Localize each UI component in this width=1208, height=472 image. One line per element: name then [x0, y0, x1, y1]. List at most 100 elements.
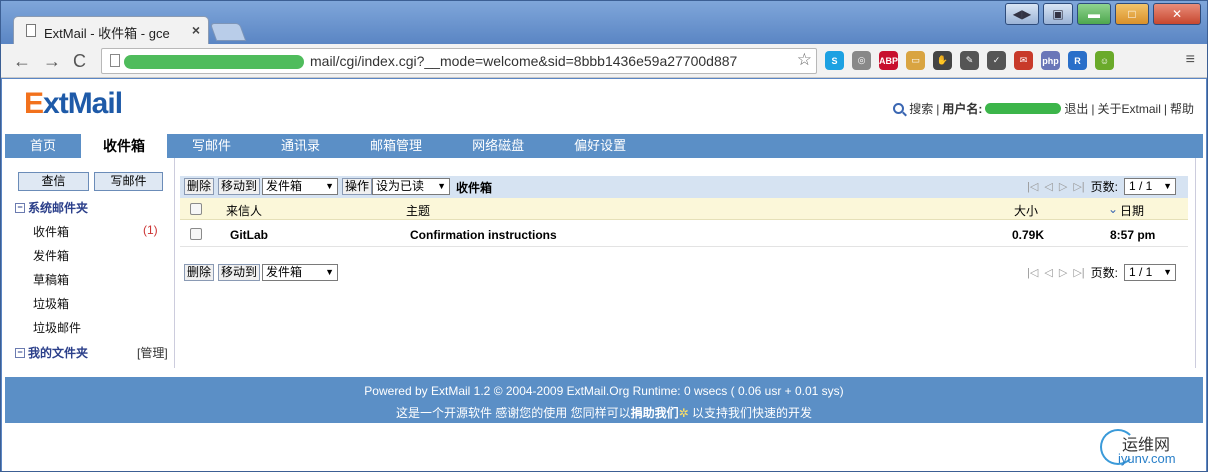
page-header: ExtMail 搜索 | 用户名: 退出 | 关于Extmail | 帮助	[2, 79, 1206, 129]
new-tab-button[interactable]	[209, 23, 247, 41]
window-controls: ◀▶ ▣ ▬ □ ✕	[1005, 3, 1201, 25]
pocket-icon[interactable]: ✓	[987, 51, 1006, 70]
notes-icon[interactable]: ▭	[906, 51, 925, 70]
tab-netdisk[interactable]: 网络磁盘	[447, 134, 549, 158]
minimize-icon[interactable]: ▬	[1077, 3, 1111, 25]
face-icon[interactable]: ☺	[1095, 51, 1114, 70]
my-folders-group[interactable]: − 我的文件夹	[15, 344, 88, 361]
first-page-icon[interactable]: |◁	[1027, 266, 1038, 279]
sidebar-item-trash[interactable]: 垃圾箱	[33, 295, 69, 312]
powered-by-text: Powered by ExtMail 1.2 © 2004-2009 ExtMa…	[364, 384, 844, 398]
sidebar-item-inbox[interactable]: 收件箱	[33, 223, 69, 240]
last-page-icon[interactable]: ▷|	[1073, 180, 1084, 193]
manage-folders-link[interactable]: [管理]	[137, 344, 168, 361]
prev-page-icon[interactable]: ◁	[1044, 180, 1052, 193]
address-bar[interactable]: mail/cgi/index.cgi?__mode=welcome&sid=8b…	[101, 48, 817, 74]
tab-title: ExtMail - 收件箱 - gce	[44, 26, 170, 41]
chevron-down-icon: ▼	[437, 181, 446, 191]
delete-button[interactable]: 删除	[184, 178, 215, 195]
bookmark-star-icon[interactable]: ☆	[797, 50, 812, 70]
reload-icon[interactable]: C	[73, 51, 86, 72]
tab-overview-icon[interactable]: ▣	[1043, 3, 1073, 25]
first-page-icon[interactable]: |◁	[1027, 180, 1038, 193]
header-links: 搜索 | 用户名: 退出 | 关于Extmail | 帮助	[893, 100, 1194, 117]
globe-icon[interactable]: ◎	[852, 51, 871, 70]
system-folders-group[interactable]: − 系统邮件夹	[15, 199, 88, 216]
extmail-page: ExtMail 搜索 | 用户名: 退出 | 关于Extmail | 帮助 首页…	[2, 79, 1206, 471]
table-row[interactable]: GitLab Confirmation instructions 0.79K 8…	[180, 221, 1188, 247]
browser-tab[interactable]: ExtMail - 收件箱 - gce ×	[13, 16, 209, 44]
last-page-icon[interactable]: ▷|	[1073, 266, 1084, 279]
tab-home[interactable]: 首页	[5, 134, 81, 158]
page-icon	[110, 54, 120, 67]
sidebar-item-junk[interactable]: 垃圾邮件	[33, 319, 81, 336]
donate-text: 这是一个开源软件 感谢您的使用 您同样可以捐助我们✲ 以支持我们快速的开发	[395, 406, 813, 420]
url-text[interactable]: mail/cgi/index.cgi?__mode=welcome&sid=8b…	[310, 53, 790, 69]
close-icon[interactable]: ×	[192, 22, 200, 38]
next-page-icon[interactable]: ▷	[1059, 180, 1067, 193]
pages-label: 页数:	[1090, 266, 1118, 280]
tab-preferences[interactable]: 偏好设置	[549, 134, 651, 158]
extmail-logo[interactable]: ExtMail	[24, 87, 123, 121]
code-icon[interactable]: R	[1068, 51, 1087, 70]
browser-window: ExtMail - 收件箱 - gce × ◀▶ ▣ ▬ □ ✕ ← → C m…	[0, 0, 1208, 472]
col-sender[interactable]: 来信人	[226, 202, 262, 219]
tab-strip: ExtMail - 收件箱 - gce × ◀▶ ▣ ▬ □ ✕	[1, 1, 1207, 44]
move-to-button[interactable]: 移动到	[218, 264, 261, 281]
unread-count: (1)	[143, 223, 158, 237]
close-window-icon[interactable]: ✕	[1153, 3, 1201, 25]
row-size: 0.79K	[1012, 228, 1045, 242]
mark-as-select[interactable]: 设为已读 ▼	[372, 178, 450, 195]
menu-icon[interactable]: ≡	[1186, 51, 1195, 69]
php-icon[interactable]: php	[1041, 51, 1060, 70]
donate-link[interactable]: 捐助我们	[631, 406, 679, 420]
col-date[interactable]: 日期	[1120, 202, 1144, 219]
tab-contacts[interactable]: 通讯录	[256, 134, 345, 158]
search-link[interactable]: 搜索	[909, 100, 933, 117]
col-size[interactable]: 大小	[1014, 202, 1038, 219]
page-icon	[26, 24, 36, 37]
collapse-icon[interactable]: −	[15, 347, 25, 358]
switch-window-icon[interactable]: ◀▶	[1005, 3, 1039, 25]
row-checkbox[interactable]	[190, 228, 202, 240]
page-select[interactable]: 1 / 1 ▼	[1124, 178, 1176, 195]
tab-mailbox-manage[interactable]: 邮箱管理	[345, 134, 447, 158]
prev-page-icon[interactable]: ◁	[1044, 266, 1052, 279]
sort-desc-icon[interactable]: ⌄	[1108, 202, 1118, 216]
chevron-down-icon: ▼	[325, 181, 334, 191]
search-icon[interactable]	[893, 103, 905, 114]
hand-icon[interactable]: ✋	[933, 51, 952, 70]
page-select[interactable]: 1 / 1 ▼	[1124, 264, 1176, 281]
col-subject[interactable]: 主题	[406, 202, 430, 219]
about-link[interactable]: 关于Extmail	[1098, 100, 1161, 117]
pin-icon[interactable]: ✎	[960, 51, 979, 70]
action-button[interactable]: 操作	[342, 178, 373, 195]
logout-link[interactable]: 退出	[1064, 100, 1088, 117]
check-mail-button[interactable]: 查信	[18, 172, 89, 191]
delete-button[interactable]: 删除	[184, 264, 215, 281]
move-target-select[interactable]: 发件箱 ▼	[262, 264, 338, 281]
tab-inbox[interactable]: 收件箱	[81, 134, 168, 158]
back-icon[interactable]: ←	[13, 51, 31, 72]
help-link[interactable]: 帮助	[1170, 100, 1194, 117]
system-folders-label: 系统邮件夹	[28, 201, 89, 215]
select-all-checkbox[interactable]	[190, 203, 202, 215]
list-toolbar-top: 删除 移动到 发件箱▼ 操作 设为已读▼ 收件箱 |◁ ◁ ▷ ▷| 页数:	[180, 176, 1188, 198]
move-target-select[interactable]: 发件箱 ▼	[262, 178, 338, 195]
user-label: 用户名:	[942, 102, 983, 116]
next-page-icon[interactable]: ▷	[1059, 266, 1067, 279]
row-sender[interactable]: GitLab	[230, 228, 268, 242]
collapse-icon[interactable]: −	[15, 202, 25, 213]
sidebar-item-drafts[interactable]: 草稿箱	[33, 271, 69, 288]
skype-icon[interactable]: S	[825, 51, 844, 70]
row-subject[interactable]: Confirmation instructions	[410, 228, 557, 242]
maximize-icon[interactable]: □	[1115, 3, 1149, 25]
adblock-icon[interactable]: ABP	[879, 51, 898, 70]
tab-compose[interactable]: 写邮件	[167, 134, 256, 158]
move-to-button[interactable]: 移动到	[218, 178, 261, 195]
forward-icon[interactable]: →	[43, 51, 61, 72]
sidebar-item-sent[interactable]: 发件箱	[33, 247, 69, 264]
compose-button[interactable]: 写邮件	[94, 172, 163, 191]
pdf-icon[interactable]: ✉	[1014, 51, 1033, 70]
pager-bottom: |◁ ◁ ▷ ▷| 页数: 1 / 1 ▼	[1025, 264, 1176, 281]
